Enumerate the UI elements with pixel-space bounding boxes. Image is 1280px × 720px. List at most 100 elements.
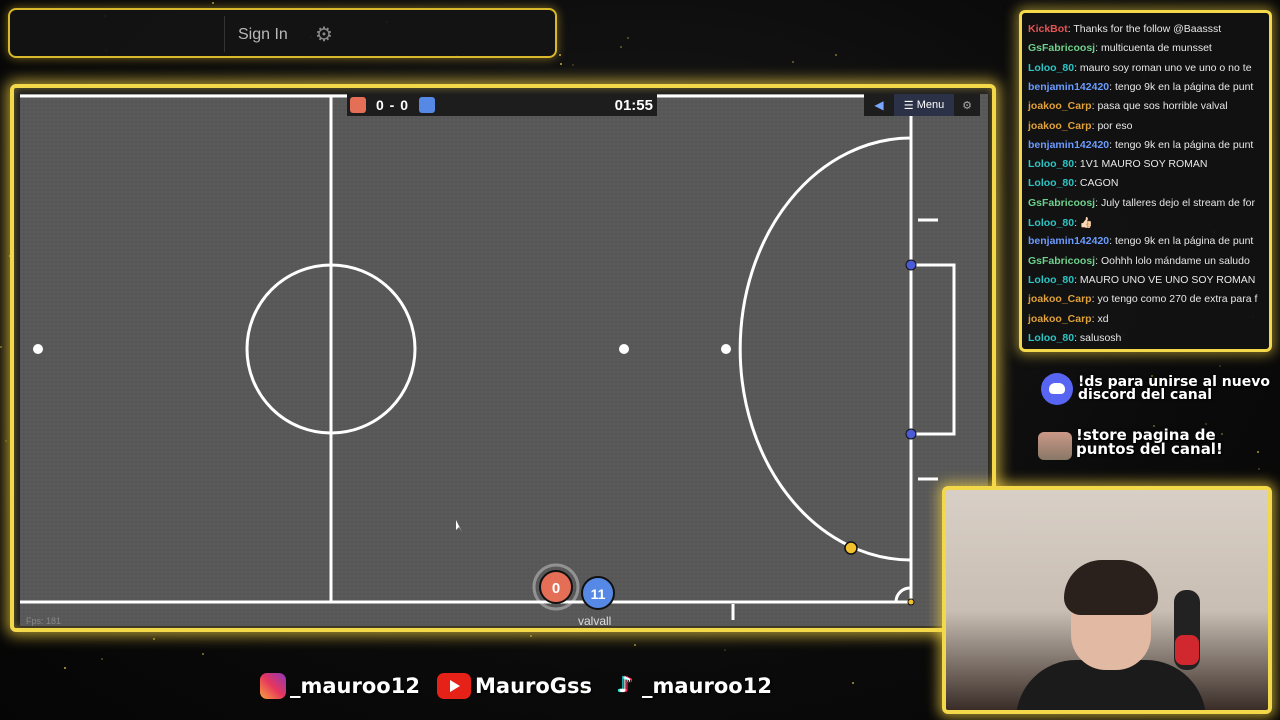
chat-message: Loloo_80: salusosh: [1028, 332, 1121, 344]
fps-counter: Fps: 181: [26, 616, 62, 626]
chat-username[interactable]: benjamin142420: [1028, 235, 1109, 247]
chat-text: : multicuenta de munsset: [1095, 42, 1212, 55]
chat-username[interactable]: Loloo_80: [1028, 332, 1074, 344]
store-promo-line2: puntos del canal!: [1076, 440, 1223, 458]
goal-post: [905, 259, 917, 271]
chat-username[interactable]: Loloo_80: [1028, 177, 1074, 189]
chat-message: joakoo_Carp: pasa que sos horrible valva…: [1028, 100, 1228, 112]
chat-username[interactable]: benjamin142420: [1028, 81, 1109, 93]
chat-message: joakoo_Carp: yo tengo como 270 de extra …: [1028, 293, 1257, 305]
speaker-icon[interactable]: ◀: [864, 98, 894, 112]
stream-chat-panel: KickBot: Thanks for the follow @Baassst G…: [1019, 10, 1272, 352]
instagram-handle: _mauroo12: [260, 673, 420, 699]
chat-username[interactable]: joakoo_Carp: [1028, 100, 1092, 112]
chat-username[interactable]: Loloo_80: [1028, 158, 1074, 170]
penalty-spot: [721, 344, 731, 354]
top-login-bar: Sign In ⚙: [8, 8, 557, 58]
youtube-handle: MauroGss: [437, 673, 592, 699]
soccer-field[interactable]: 0 11: [20, 94, 988, 626]
menu-label: Menu: [916, 99, 945, 111]
chat-message: benjamin142420: tengo 9k en la página de…: [1028, 81, 1253, 93]
penalty-spot: [33, 344, 43, 354]
discord-icon: [1041, 373, 1073, 405]
chat-message: KickBot: Thanks for the follow @Baassst: [1028, 23, 1221, 35]
chat-username[interactable]: GsFabricoosj: [1028, 42, 1095, 54]
chat-text: : salusosh: [1074, 331, 1122, 344]
instagram-icon: [260, 673, 286, 699]
chat-text: : tengo 9k en la página de punt: [1109, 80, 1254, 93]
discord-promo-line2: discord del canal: [1078, 387, 1213, 403]
sign-in-button[interactable]: Sign In: [238, 26, 288, 44]
divider: [224, 16, 225, 52]
chat-text: : CAGON: [1074, 177, 1119, 190]
game-menu-bar: ◀ ☰ Menu ⚙: [864, 94, 980, 116]
tiktok-text: _mauroo12: [642, 674, 772, 698]
score-text: 0 - 0: [376, 97, 410, 113]
chat-text: : tengo 9k en la página de punt: [1109, 138, 1254, 151]
chat-username[interactable]: joakoo_Carp: [1028, 313, 1092, 325]
streamer-hair: [1064, 560, 1158, 615]
red-player-number: 0: [552, 580, 560, 597]
field-spot: [619, 344, 629, 354]
chat-text: : tengo 9k en la página de punt: [1109, 235, 1254, 248]
corner-flag: [907, 598, 915, 606]
chat-message: Loloo_80: mauro soy roman uno ve uno o n…: [1028, 62, 1252, 74]
instagram-text: _mauroo12: [290, 674, 420, 698]
penalty-arc: [738, 136, 912, 562]
chat-message: benjamin142420: tengo 9k en la página de…: [1028, 139, 1253, 151]
chat-username[interactable]: KickBot: [1028, 23, 1068, 35]
chat-message: joakoo_Carp: por eso: [1028, 120, 1132, 132]
player-name-label: valvall: [578, 614, 612, 628]
mouse-cursor-icon: [456, 520, 462, 532]
menu-button[interactable]: ☰ Menu: [894, 94, 954, 116]
youtube-text: MauroGss: [475, 674, 593, 698]
goal-net: [911, 263, 956, 436]
store-promo: !store pagina de puntos del canal!: [1076, 428, 1223, 458]
chat-text: : pasa que sos horrible valval: [1091, 100, 1228, 113]
microphone-light: [1175, 635, 1199, 665]
chat-text: : MAURO UNO VE UNO SOY ROMAN: [1074, 273, 1256, 286]
chat-username[interactable]: Loloo_80: [1028, 274, 1074, 286]
chat-username[interactable]: joakoo_Carp: [1028, 293, 1092, 305]
chat-text: : por eso: [1091, 119, 1133, 132]
scoreboard: 0 - 0 01:55: [347, 94, 657, 116]
chat-message: GsFabricoosj: Oohhh lolo mándame un salu…: [1028, 255, 1250, 267]
chat-message: Loloo_80: MAURO UNO VE UNO SOY ROMAN: [1028, 274, 1255, 286]
discord-promo: !ds para unirse al nuevo discord del can…: [1078, 375, 1270, 403]
tiktok-icon: ♪: [617, 673, 633, 698]
store-icon: [1038, 432, 1072, 460]
webcam-overlay: [942, 486, 1272, 714]
chat-text: : 👍🏻: [1074, 217, 1094, 229]
chat-message: GsFabricoosj: July talleres dejo el stre…: [1028, 197, 1255, 209]
match-timer: 01:55: [614, 97, 653, 114]
chat-text: : Thanks for the follow @Baassst: [1067, 23, 1222, 35]
chat-message: Loloo_80: 👍🏻: [1028, 216, 1093, 229]
chat-username[interactable]: Loloo_80: [1028, 62, 1074, 74]
chat-username[interactable]: Loloo_80: [1028, 217, 1074, 229]
chat-text: : xd: [1091, 312, 1109, 325]
chat-username[interactable]: GsFabricoosj: [1028, 197, 1095, 209]
ball: [844, 541, 858, 555]
youtube-icon: [437, 673, 471, 699]
blue-team-badge: [419, 97, 436, 113]
chat-message: Loloo_80: 1V1 MAURO SOY ROMAN: [1028, 158, 1208, 170]
blue-player-number: 11: [591, 586, 606, 602]
chat-message: benjamin142420: tengo 9k en la página de…: [1028, 235, 1253, 247]
chat-text: : mauro soy roman uno ve uno o no te: [1074, 61, 1252, 74]
tiktok-handle: ♪ _mauroo12: [612, 673, 772, 699]
chat-message: Loloo_80: CAGON: [1028, 177, 1118, 189]
chat-text: : yo tengo como 270 de extra para f: [1091, 293, 1258, 306]
chat-username[interactable]: GsFabricoosj: [1028, 255, 1095, 267]
hamburger-icon: ☰: [903, 99, 917, 112]
chat-message: joakoo_Carp: xd: [1028, 313, 1109, 325]
chat-text: : July talleres dejo el stream de for: [1095, 196, 1256, 209]
gear-icon[interactable]: ⚙: [954, 99, 980, 112]
red-team-badge: [350, 97, 366, 113]
chat-username[interactable]: joakoo_Carp: [1028, 120, 1092, 132]
chat-text: : 1V1 MAURO SOY ROMAN: [1074, 158, 1208, 171]
goal-post: [905, 428, 917, 440]
chat-message: GsFabricoosj: multicuenta de munsset: [1028, 42, 1212, 54]
chat-text: : Oohhh lolo mándame un saludo: [1095, 254, 1250, 267]
chat-username[interactable]: benjamin142420: [1028, 139, 1109, 151]
gear-icon[interactable]: ⚙: [315, 22, 333, 47]
